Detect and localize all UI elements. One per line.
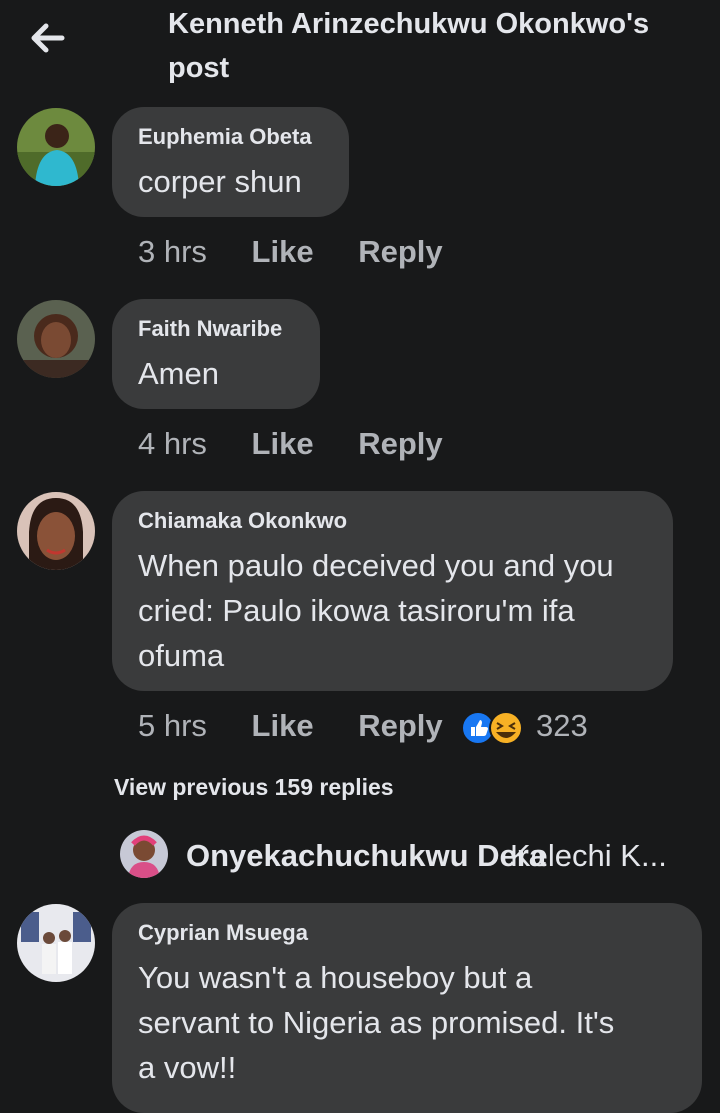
comment-actions: 4 hrs Like Reply [138,426,443,462]
post-header: Kenneth Arinzechukwu Okonkwo's post [0,0,720,96]
avatar[interactable] [17,492,95,570]
like-button[interactable]: Like [252,426,314,461]
comment-bubble[interactable]: Faith Nwaribe Amen [112,299,320,409]
comment-bubble[interactable]: Cyprian Msuega You wasn't a houseboy but… [112,903,702,1113]
comment-author[interactable]: Chiamaka Okonkwo [138,508,347,534]
reply-button[interactable]: Reply [358,426,442,461]
reply-button[interactable]: Reply [358,234,442,269]
comment-bubble[interactable]: Euphemia Obeta corper shun [112,107,349,217]
comment-time: 5 hrs [138,708,207,743]
comment-actions: 5 hrs Like Reply [138,708,443,744]
like-button[interactable]: Like [252,708,314,743]
reply-button[interactable]: Reply [358,708,442,743]
reply-preview[interactable]: Onyekachuchukwu Dera Kelechi K... [120,830,710,880]
comment-time: 3 hrs [138,234,207,269]
avatar[interactable] [17,904,95,982]
page-title: Kenneth Arinzechukwu Okonkwo's post [168,8,650,84]
avatar[interactable] [17,300,95,378]
comment-author[interactable]: Cyprian Msuega [138,920,308,946]
comment-time: 4 hrs [138,426,207,461]
comment-text: When paulo deceived you and you cried: P… [138,548,614,673]
laugh-reaction-icon [489,711,523,745]
comment-text: You wasn't a houseboy but a servant to N… [138,960,615,1085]
reply-author[interactable]: Onyekachuchukwu Dera [186,838,546,874]
reply-snippet: Kelechi K... [510,838,667,873]
back-arrow-icon[interactable] [26,18,70,58]
avatar[interactable] [120,830,168,878]
comment-text: Amen [138,356,219,391]
view-previous-replies-link[interactable]: View previous 159 replies [114,774,394,801]
reactions[interactable] [461,710,525,746]
comment-text: corper shun [138,164,302,199]
reaction-count[interactable]: 323 [536,708,588,744]
avatar[interactable] [17,108,95,186]
comment-author[interactable]: Euphemia Obeta [138,124,312,150]
like-button[interactable]: Like [252,234,314,269]
comment-author[interactable]: Faith Nwaribe [138,316,282,342]
comment-bubble[interactable]: Chiamaka Okonkwo When paulo deceived you… [112,491,673,691]
comment-actions: 3 hrs Like Reply [138,234,443,270]
